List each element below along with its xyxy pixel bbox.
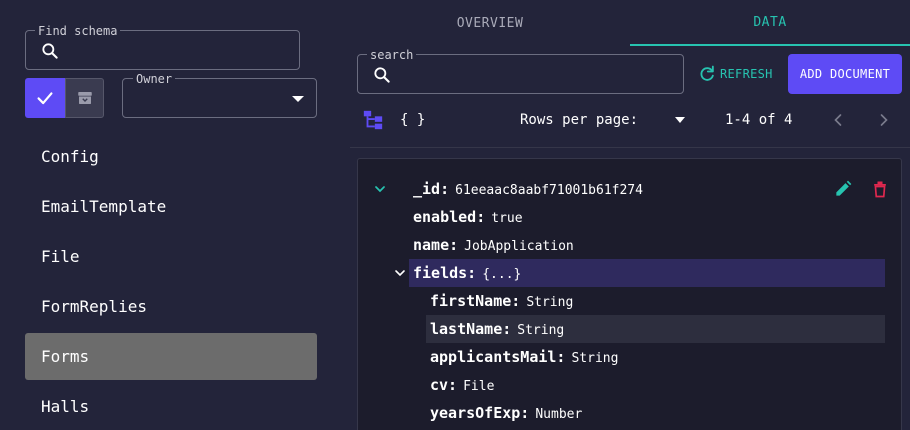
search-input[interactable]: search [357, 48, 684, 94]
field-row: yearsOfExp: Number [430, 399, 582, 427]
owner-select[interactable]: Owner [122, 72, 317, 118]
fields-value: {...} [482, 267, 522, 282]
schema-item-file[interactable]: File [25, 233, 317, 280]
chevron-right-icon[interactable] [874, 110, 894, 130]
field-value: String [571, 351, 619, 366]
field-value: File [463, 379, 495, 394]
check-icon [37, 92, 53, 105]
sidebar: Find schema Owner Config EmailTemplate F… [0, 0, 342, 430]
tab-data[interactable]: DATA [630, 0, 910, 46]
schema-list: Config EmailTemplate File FormReplies Fo… [25, 133, 317, 430]
document-id-row: _id: 61eeaac8aabf71001b61f274 [413, 175, 643, 203]
field-key: cv: [430, 376, 458, 394]
field-row: applicantsMail: String [430, 343, 618, 371]
field-row: cv: File [430, 371, 494, 399]
trash-icon[interactable] [870, 179, 890, 199]
owner-label: Owner [133, 72, 176, 86]
find-schema-label: Find schema [35, 24, 121, 38]
enabled-key: enabled: [413, 208, 486, 226]
chevron-down-icon[interactable] [392, 265, 408, 281]
tab-overview[interactable]: OVERVIEW [350, 0, 630, 46]
rows-per-page-select[interactable] [675, 117, 685, 123]
field-value: String [517, 323, 565, 338]
schema-item-halls[interactable]: Halls [25, 383, 317, 430]
refresh-label: REFRESH [720, 67, 773, 81]
fields-key: fields: [413, 264, 477, 282]
chevron-down-icon[interactable] [372, 181, 388, 197]
field-key: firstName: [430, 292, 521, 310]
id-key: _id: [413, 180, 450, 198]
field-key: lastName: [430, 320, 512, 338]
json-view-icon[interactable]: { } [400, 110, 425, 130]
enabled-value: true [491, 211, 523, 226]
pagination-range: 1-4 of 4 [725, 112, 793, 128]
pencil-icon[interactable] [833, 179, 853, 199]
search-icon [374, 67, 390, 83]
add-document-button[interactable]: ADD DOCUMENT [788, 54, 902, 94]
select-all-toggle-button[interactable] [25, 78, 65, 118]
refresh-button[interactable]: REFRESH [697, 54, 779, 94]
fields-row[interactable]: fields: {...} [409, 259, 885, 287]
schema-item-config[interactable]: Config [25, 133, 317, 180]
id-value: 61eeaac8aabf71001b61f274 [455, 183, 643, 198]
rows-per-page-label: Rows per page: [520, 112, 639, 128]
archive-toggle-button[interactable] [65, 78, 104, 118]
field-row: firstName: String [430, 287, 573, 315]
search-icon [42, 43, 58, 59]
field-key: yearsOfExp: [430, 404, 530, 422]
toolbar-divider [350, 147, 910, 148]
field-row: lastName: String [426, 315, 885, 343]
field-value: Number [535, 407, 583, 422]
caret-down-icon [292, 96, 304, 102]
chevron-left-icon[interactable] [828, 110, 848, 130]
tree-view-icon[interactable] [362, 109, 384, 131]
name-value: JobApplication [464, 239, 574, 254]
name-row: name: JobApplication [413, 231, 574, 259]
document-card: _id: 61eeaac8aabf71001b61f274 enabled: tru… [357, 158, 902, 430]
refresh-icon [700, 65, 714, 81]
name-key: name: [413, 236, 459, 254]
main-panel: OVERVIEW DATA search REFRESH ADD DOCUMEN… [350, 0, 910, 430]
search-label: search [367, 48, 417, 62]
find-schema-input[interactable]: Find schema [25, 24, 300, 70]
schema-item-emailtemplate[interactable]: EmailTemplate [25, 183, 317, 230]
field-value: String [526, 295, 574, 310]
archive-icon [77, 92, 92, 104]
enabled-row: enabled: true [413, 203, 523, 231]
schema-item-forms[interactable]: Forms [25, 333, 317, 380]
schema-item-formreplies[interactable]: FormReplies [25, 283, 317, 330]
field-key: applicantsMail: [430, 348, 566, 366]
